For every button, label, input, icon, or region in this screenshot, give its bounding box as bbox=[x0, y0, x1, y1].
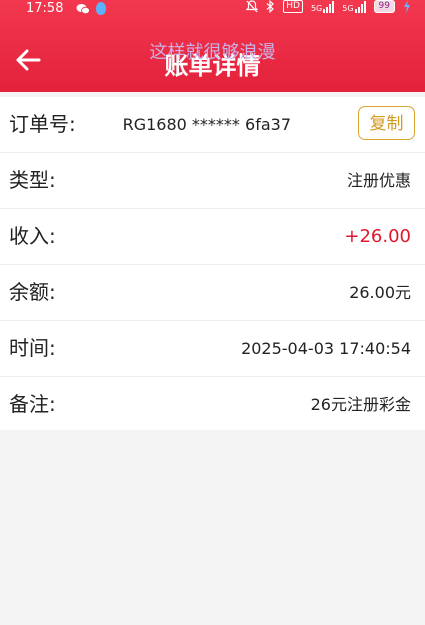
remark-label: 备注: bbox=[9, 392, 56, 416]
app-header: 17:58 HD 5G 5G 99 账单详情 这样就很够浪漫 bbox=[0, 0, 425, 92]
bluetooth-icon bbox=[266, 0, 275, 13]
detail-row-remark: 备注: 26元注册彩金 bbox=[0, 377, 425, 432]
hd-badge: HD bbox=[283, 0, 303, 13]
signal-1-label: 5G bbox=[310, 3, 323, 13]
detail-row-balance: 余额: 26.00元 bbox=[0, 265, 425, 321]
status-bar: 17:58 HD 5G 5G 99 bbox=[0, 0, 425, 18]
signal-2-bars bbox=[354, 0, 366, 13]
copy-button[interactable]: 复制 bbox=[358, 106, 415, 140]
type-value: 注册优惠 bbox=[346, 171, 411, 190]
notification-icons bbox=[76, 2, 106, 15]
bill-detail-card: 订单号: RG1680 ****** 6fa37 复制 类型: 注册优惠 收入:… bbox=[0, 97, 425, 430]
battery-indicator: 99 bbox=[373, 0, 395, 13]
status-right: HD 5G 5G 99 bbox=[246, 0, 411, 13]
detail-row-order: 订单号: RG1680 ****** 6fa37 复制 bbox=[0, 97, 425, 153]
income-value: +26.00 bbox=[344, 226, 411, 247]
signal-2-label: 5G bbox=[342, 3, 354, 13]
signal-2: 5G bbox=[342, 0, 366, 13]
signal-1: 5G bbox=[310, 0, 335, 13]
balance-value: 26.00元 bbox=[349, 283, 411, 302]
mute-icon bbox=[246, 0, 259, 13]
income-label: 收入: bbox=[9, 224, 56, 248]
order-number-label: 订单号: bbox=[9, 112, 76, 136]
balance-label: 余额: bbox=[9, 280, 56, 304]
time-label: 时间: bbox=[9, 336, 56, 360]
order-number-value: RG1680 ****** 6fa37 bbox=[122, 115, 291, 134]
detail-row-income: 收入: +26.00 bbox=[0, 209, 425, 265]
remark-value: 26元注册彩金 bbox=[310, 395, 411, 414]
charging-icon bbox=[404, 0, 410, 13]
overlay-caption: 这样就很够浪漫 bbox=[149, 42, 276, 63]
status-time: 17:58 bbox=[26, 1, 64, 16]
signal-1-bars bbox=[323, 0, 335, 13]
type-label: 类型: bbox=[9, 168, 56, 192]
detail-row-type: 类型: 注册优惠 bbox=[0, 153, 425, 209]
time-value: 2025-04-03 17:40:54 bbox=[241, 339, 411, 358]
wechat-icon bbox=[76, 3, 90, 14]
qq-icon bbox=[96, 2, 106, 15]
detail-row-time: 时间: 2025-04-03 17:40:54 bbox=[0, 321, 425, 377]
